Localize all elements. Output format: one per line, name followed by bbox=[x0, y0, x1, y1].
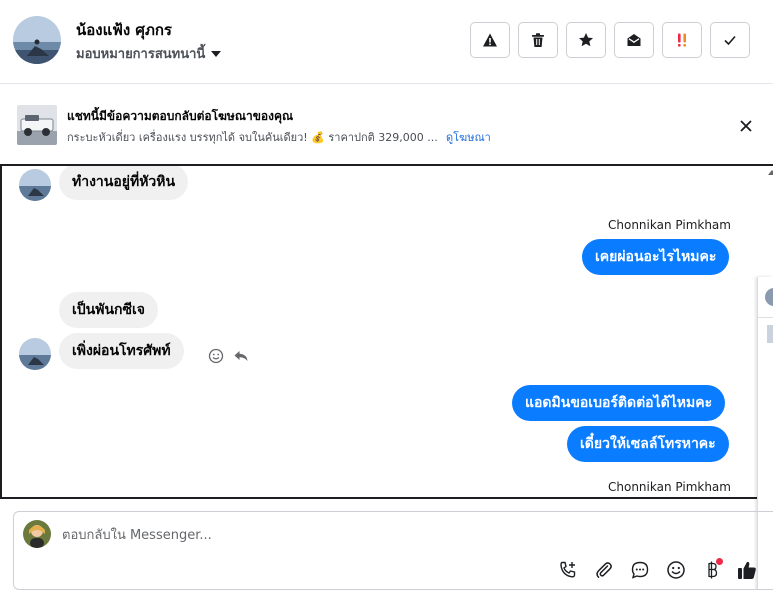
react-button[interactable] bbox=[207, 347, 225, 365]
envelope-open-icon bbox=[627, 34, 641, 46]
contact-name[interactable]: น้องแฟ้ง ศุภกร bbox=[76, 18, 172, 42]
outgoing-message[interactable]: แอดมินขอเบอร์ติดต่อได้ไหมคะ bbox=[512, 385, 726, 421]
notification-dot bbox=[716, 558, 723, 565]
warning-icon bbox=[483, 33, 497, 47]
incoming-message[interactable]: เป็นพันกซีเจ bbox=[59, 292, 159, 328]
sender-name: Chonnikan Pimkham bbox=[608, 480, 731, 494]
close-banner-button[interactable] bbox=[736, 116, 756, 136]
delete-button[interactable] bbox=[518, 22, 558, 58]
send-like-button[interactable] bbox=[735, 558, 759, 582]
add-call-icon bbox=[560, 561, 576, 578]
ad-reply-banner: แชทนี้มีข้อความตอบกลับต่อโฆษณาของคุณ กระ… bbox=[0, 85, 773, 163]
caret-down-icon bbox=[211, 50, 222, 57]
paperclip-icon bbox=[596, 562, 612, 578]
ad-banner-title: แชทนี้มีข้อความตอบกลับต่อโฆษณาของคุณ bbox=[67, 109, 294, 123]
smiley-icon bbox=[208, 348, 224, 364]
reply-button[interactable] bbox=[232, 347, 250, 365]
star-button[interactable] bbox=[566, 22, 606, 58]
reply-composer bbox=[13, 511, 773, 590]
attach-button[interactable] bbox=[592, 558, 616, 582]
ad-description: กระบะหัวเดี่ยว เครื่องแรง บรรทุกได้ จบใน… bbox=[67, 131, 438, 144]
ad-thumbnail[interactable] bbox=[17, 105, 57, 145]
thumbs-up-icon bbox=[738, 561, 756, 579]
reply-arrow-icon bbox=[234, 351, 248, 361]
outgoing-message[interactable]: เคยผ่อนอะไรไหมคะ bbox=[582, 239, 730, 275]
incoming-message[interactable]: เพิ่งผ่อนโทรศัพท์ bbox=[59, 333, 184, 369]
mark-urgent-button[interactable] bbox=[662, 22, 702, 58]
trash-icon bbox=[532, 33, 544, 47]
payment-button[interactable] bbox=[700, 558, 724, 582]
assign-conversation-dropdown[interactable]: มอบหมายการสนทนานี้ bbox=[76, 43, 222, 64]
check-icon bbox=[724, 35, 736, 46]
star-icon bbox=[579, 33, 593, 47]
emoji-icon bbox=[667, 561, 685, 579]
view-ad-link[interactable]: ดูโฆษณา bbox=[446, 128, 491, 146]
conversation-header: น้องแฟ้ง ศุภกร มอบหมายการสนทนานี้ bbox=[0, 0, 773, 84]
incoming-message[interactable]: ทำงานอยู่ที่หัวหิน bbox=[59, 166, 189, 200]
assign-label: มอบหมายการสนทนานี้ bbox=[76, 47, 206, 62]
scroll-up-arrow[interactable] bbox=[768, 170, 773, 175]
saved-replies-button[interactable] bbox=[628, 558, 652, 582]
mark-done-button[interactable] bbox=[710, 22, 750, 58]
mark-unread-button[interactable] bbox=[614, 22, 654, 58]
page-avatar bbox=[23, 520, 51, 548]
add-call-button[interactable] bbox=[556, 558, 580, 582]
contact-avatar[interactable] bbox=[13, 16, 61, 64]
double-exclamation-icon bbox=[678, 33, 686, 47]
close-icon bbox=[740, 120, 752, 132]
emoji-button[interactable] bbox=[664, 558, 688, 582]
reply-input[interactable] bbox=[62, 524, 662, 546]
saved-reply-icon bbox=[631, 561, 649, 579]
contact-message-avatar[interactable] bbox=[19, 169, 51, 201]
message-thread[interactable]: ทำงานอยู่ที่หัวหิน Chonnikan Pimkham เคย… bbox=[0, 164, 773, 499]
sender-name: Chonnikan Pimkham bbox=[608, 218, 731, 232]
report-spam-button[interactable] bbox=[470, 22, 510, 58]
outgoing-message[interactable]: เดี๋ยวให้เซลล์โทรหาคะ bbox=[567, 426, 729, 462]
contact-message-avatar[interactable] bbox=[19, 338, 51, 370]
